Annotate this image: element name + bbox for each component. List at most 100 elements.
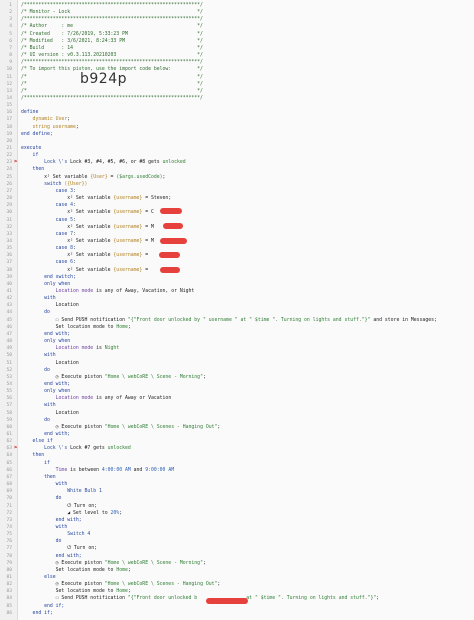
- code-token: M: [150, 238, 154, 244]
- code-token: is between: [67, 467, 102, 473]
- code-token: {username}: [113, 238, 143, 244]
- code-token: Set location mode to: [21, 567, 117, 573]
- code-token: :: [73, 260, 76, 266]
- code-token: else: [21, 575, 56, 580]
- code-token: end if;: [21, 603, 65, 609]
- code-token: x² Set variable: [21, 238, 114, 244]
- code-token: at " $time ". Turning on lights and stuf…: [243, 596, 377, 602]
- code-token: case: [21, 217, 71, 223]
- code-token: unlocked: [162, 160, 186, 166]
- code-token: Home: [116, 589, 128, 595]
- code-token: Home: [116, 324, 128, 330]
- code-token: ($args.usedCode): [116, 174, 163, 180]
- code-token: ;: [67, 117, 71, 123]
- code-token: ☐ Send PUSH notification: [21, 317, 128, 323]
- code-token: ⏻ Turn on;: [21, 503, 97, 509]
- code-token: "Home \ webCoRE \ Scene - Morning": [104, 374, 203, 380]
- code-token: do: [21, 367, 50, 373]
- code-token: Vacation: [148, 396, 172, 402]
- code-token: ◷ Execute piston: [21, 582, 105, 588]
- code-token: =: [142, 210, 151, 216]
- code-token: ;: [119, 510, 123, 516]
- code-token: Night: [179, 289, 195, 294]
- code-token: Home: [116, 567, 128, 573]
- code-token: only when: [21, 339, 71, 345]
- code-token: x² Set variable: [21, 253, 114, 259]
- code-token: do: [21, 310, 50, 316]
- code-token: ◷ Execute piston: [21, 560, 105, 566]
- code-token: ◢ Set level to: [21, 510, 111, 516]
- code-token: only when: [21, 281, 71, 287]
- code-token: username: [52, 124, 76, 130]
- code-token: end if;: [21, 610, 53, 616]
- code-token: ;: [127, 324, 131, 330]
- code-token: =: [142, 196, 151, 202]
- code-token: /***************************************…: [21, 3, 203, 8]
- code-text: end if;: [21, 610, 53, 618]
- code-token: ;: [202, 374, 206, 380]
- code-token: Location: [21, 303, 79, 309]
- code-token: with: [21, 482, 68, 488]
- code-token: "{"Front door unlocked by " username " a…: [127, 317, 371, 323]
- code-token: =: [142, 224, 151, 230]
- code-token: x² Set variable: [21, 224, 114, 230]
- code-token: end define;: [21, 131, 53, 137]
- code-token: with: [21, 353, 56, 359]
- code-token: case: [21, 188, 71, 194]
- code-token: ☐ Send PUSH notification: [21, 596, 128, 602]
- code-token: case: [21, 246, 71, 252]
- code-token: or: [136, 396, 149, 402]
- code-token: ;: [217, 582, 221, 588]
- code-token: end with;: [21, 381, 71, 387]
- code-token: do: [21, 417, 50, 423]
- code-token: Lock \'s: [21, 446, 71, 452]
- redaction-mark: [160, 267, 180, 273]
- code-token: 9:00:00 AM: [145, 467, 175, 473]
- code-token: case: [21, 231, 71, 237]
- redaction-mark: [160, 238, 187, 244]
- redaction-mark: [206, 598, 248, 604]
- code-token: /* */: [21, 88, 203, 94]
- code-token: Night: [104, 346, 120, 352]
- code-token: /***************************************…: [21, 95, 203, 101]
- code-token: case: [21, 203, 71, 209]
- code-token: end with;: [21, 517, 82, 523]
- code-token: "{"Front door unlocked b: [127, 596, 198, 602]
- code-token: 4:00:00 AM: [101, 467, 131, 473]
- code-token: {username}: [113, 267, 143, 273]
- code-token: only when: [21, 389, 71, 395]
- code-token: else if: [21, 439, 53, 445]
- code-token: string: [21, 124, 53, 130]
- code-token: Location mode: [21, 396, 94, 402]
- code-token: M: [150, 224, 154, 230]
- code-token: /* Modified : 3/6/2021, 8:24:33 PM */: [21, 38, 203, 44]
- code-token: Location: [21, 410, 79, 416]
- code-token: Set variable: [52, 174, 91, 180]
- code-token: /* Build : 14 */: [21, 45, 203, 51]
- code-token: ;: [127, 589, 131, 595]
- code-token: end with;: [21, 553, 82, 559]
- code-token: {username}: [113, 224, 143, 230]
- code-token: Location: [21, 360, 79, 366]
- code-token: :: [73, 231, 76, 237]
- code-token: Lock #7: [70, 446, 91, 452]
- redaction-mark: [159, 252, 180, 258]
- code-token: Time: [21, 467, 68, 473]
- code-token: ⏻ Turn on;: [21, 546, 97, 552]
- redaction-mark: [160, 208, 182, 214]
- code-token: and store in Messages;: [370, 317, 437, 323]
- code-token: then: [21, 167, 45, 173]
- code-token: ;: [75, 124, 79, 130]
- code-token: with: [21, 403, 56, 409]
- code-line: 86 end if;: [0, 610, 474, 618]
- code-token: with: [21, 524, 68, 530]
- code-token: do: [21, 539, 62, 545]
- import-code: b924p: [80, 71, 127, 87]
- code-token: end with;: [21, 432, 71, 437]
- code-token: /* Author : me */: [21, 24, 203, 30]
- code-token: {username}: [113, 253, 143, 259]
- code-token: gets: [145, 160, 163, 166]
- code-token: User: [55, 117, 68, 123]
- code-token: ◷ Execute piston: [21, 374, 105, 380]
- code-token: C: [150, 210, 154, 216]
